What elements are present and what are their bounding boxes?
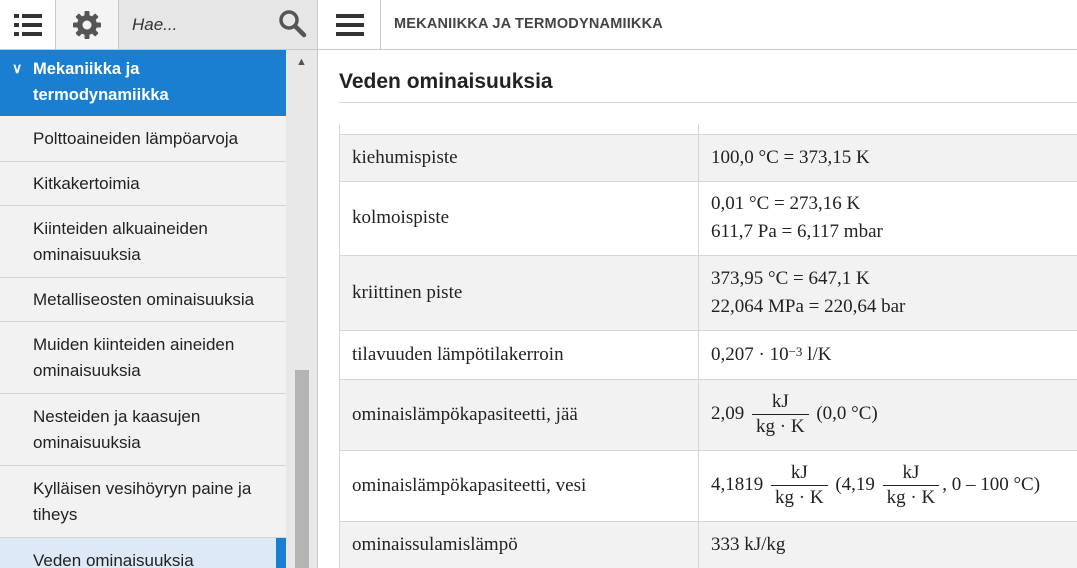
table-row: kriittinen piste 373,95 °C = 647,1 K 22,… [339, 254, 1077, 331]
property-cell: ominaislämpökapasiteetti, vesi [339, 449, 699, 522]
sidebar-item-label: Kiinteiden alkuaineiden ominaisuuksia [33, 218, 208, 264]
value-line: 0,01 °C = 273,16 K [711, 193, 861, 214]
properties-table: kiehumispiste 100,0 °C = 373,15 K kolmoi… [339, 124, 1077, 568]
table-row [339, 124, 1077, 135]
section-title: Veden ominaisuuksia [339, 70, 553, 93]
sidebar-item-label: Kitkakertoimia [33, 173, 140, 193]
value-cell: 2,09 kJ kg · K (0,0 °C) [698, 378, 1077, 451]
table-row: ominaissulamislämpö 333 kJ/kg [339, 520, 1077, 568]
table-row: kolmoispiste 0,01 °C = 273,16 K 611,7 Pa… [339, 180, 1077, 256]
scroll-up-arrow-icon[interactable]: ▲ [286, 56, 317, 68]
unit-fraction: kJ kg · K [882, 461, 940, 510]
value-line: 611,7 Pa = 6,117 mbar [711, 221, 883, 242]
sidebar-item[interactable]: Kylläisen vesihöyryn paine ja tiheys [0, 466, 286, 538]
value-cell: 0,207 · 10−3 l/K [698, 329, 1077, 380]
page-heading: MEKANIIKKA JA TERMODYNAMIIKKA [394, 16, 663, 32]
sidebar-item-current[interactable]: Veden ominaisuuksia [0, 538, 286, 568]
sidebar-item-label: Metalliseosten ominaisuuksia [33, 289, 255, 309]
value-suffix: (0,0 °C) [816, 402, 878, 424]
value-line: 373,95 °C = 647,1 K [711, 267, 870, 289]
unit-fraction: kJ kg · K [752, 390, 809, 439]
sidebar-nav: ∨ Mekaniikka ja termodynamiikka Polttoai… [0, 50, 286, 568]
scrollbar-thumb[interactable] [295, 370, 309, 568]
sidebar-item-label: Kylläisen vesihöyryn paine ja tiheys [33, 478, 252, 524]
value-unit: l/K [802, 343, 832, 365]
fraction-denominator: kg · K [886, 487, 936, 508]
value-cell: 333 kJ/kg [698, 520, 1077, 568]
settings-button[interactable] [56, 0, 119, 49]
sidebar: ∨ Mekaniikka ja termodynamiikka Polttoai… [0, 50, 318, 568]
value-cell: 0,01 °C = 273,16 K 611,7 Pa = 6,117 mbar [698, 180, 1077, 256]
table-row: tilavuuden lämpötilakerroin 0,207 · 10−3… [339, 329, 1077, 380]
sidebar-scrollbar[interactable]: ▲ [286, 50, 317, 568]
value-number: 2,09 [711, 402, 745, 424]
value-exponent: −3 [788, 343, 803, 359]
unit-fraction: kJ kg · K [771, 461, 828, 510]
chevron-down-icon: ∨ [12, 60, 23, 76]
sidebar-item-label: Nesteiden ja kaasujen ominaisuuksia [33, 406, 201, 452]
toc-list-button[interactable] [0, 0, 56, 49]
property-cell: tilavuuden lämpötilakerroin [339, 329, 699, 380]
sidebar-item[interactable]: Polttoaineiden lämpöarvoja [0, 116, 286, 162]
search-box [119, 0, 318, 49]
fraction-numerator: kJ [771, 461, 828, 486]
top-bar: MEKANIIKKA JA TERMODYNAMIIKKA [0, 0, 1077, 50]
property-cell: ominaissulamislämpö [339, 520, 699, 568]
value-cell: 100,0 °C = 373,15 K [698, 133, 1077, 182]
sidebar-item-label: Muiden kiinteiden aineiden ominaisuuksia [33, 334, 235, 380]
sidebar-item-label: Veden ominaisuuksia [33, 551, 194, 568]
fraction-denominator: kg · K [756, 416, 805, 437]
sidebar-item[interactable]: Muiden kiinteiden aineiden ominaisuuksia [0, 322, 286, 394]
sidebar-section-label: Mekaniikka ja termodynamiikka [33, 60, 169, 104]
value-mantissa: 0,207 · 10 [711, 343, 789, 365]
table-row: ominaislämpökapasiteetti, vesi 4,1819 kJ… [339, 449, 1077, 522]
gear-icon [73, 10, 101, 39]
fraction-numerator: kJ [752, 390, 809, 415]
value-suffix: , 0 – 100 °C) [942, 473, 1041, 495]
table-row: kiehumispiste 100,0 °C = 373,15 K [339, 133, 1077, 182]
property-cell: kiehumispiste [339, 133, 699, 182]
list-icon [13, 13, 42, 36]
sidebar-item[interactable]: Kitkakertoimia [0, 162, 286, 206]
sidebar-item-label: Polttoaineiden lämpöarvoja [33, 128, 239, 148]
sidebar-item[interactable]: Metalliseosten ominaisuuksia [0, 278, 286, 322]
main-content: Veden ominaisuuksia kiehumispiste 100,0 … [319, 50, 1077, 568]
search-icon[interactable] [277, 8, 307, 38]
property-cell: ominaislämpökapasiteetti, jää [339, 378, 699, 451]
value-line: 22,064 MPa = 220,64 bar [711, 295, 906, 317]
value-number: 4,1819 [711, 473, 764, 495]
title-divider [339, 102, 1077, 103]
properties-table-wrap: kiehumispiste 100,0 °C = 373,15 K kolmoi… [339, 124, 1077, 568]
sidebar-item[interactable]: Kiinteiden alkuaineiden ominaisuuksia [0, 206, 286, 278]
value-cell: 373,95 °C = 647,1 K 22,064 MPa = 220,64 … [698, 254, 1077, 331]
hamburger-icon [335, 13, 364, 36]
sidebar-item[interactable]: Nesteiden ja kaasujen ominaisuuksia [0, 394, 286, 466]
search-input[interactable] [119, 0, 279, 49]
fraction-numerator: kJ [882, 461, 940, 486]
property-cell: kriittinen piste [339, 254, 699, 331]
sidebar-section-header[interactable]: ∨ Mekaniikka ja termodynamiikka [0, 50, 286, 116]
menu-button[interactable] [319, 0, 381, 49]
table-row: ominaislämpökapasiteetti, jää 2,09 kJ kg … [339, 378, 1077, 451]
property-cell: kolmoispiste [339, 180, 699, 256]
fraction-denominator: kg · K [775, 487, 824, 508]
value-cell: 4,1819 kJ kg · K (4,19 kJ kg · K, 0 – 100 … [698, 449, 1077, 522]
value-middle: (4,19 [835, 473, 875, 495]
